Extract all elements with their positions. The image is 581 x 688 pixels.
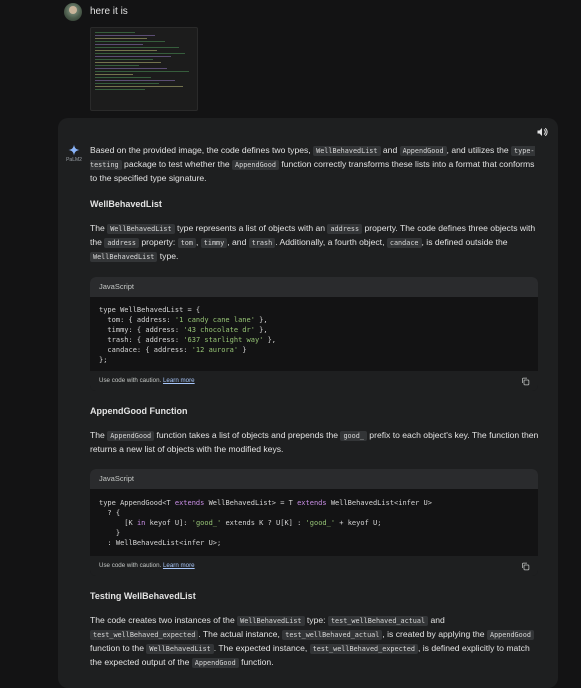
code-language-label: JavaScript	[90, 469, 538, 489]
model-response-card: PaLM2 Based on the provided image, the c…	[58, 118, 558, 688]
copy-icon[interactable]	[521, 377, 530, 386]
model-name: PaLM2	[66, 157, 82, 163]
appendgood-paragraph: The AppendGood function takes a list of …	[90, 430, 539, 454]
section-heading-appendgood: AppendGood Function	[90, 406, 188, 416]
inline-code: WellBehavedList	[237, 616, 305, 626]
section-heading-testing: Testing WellBehavedList	[90, 591, 196, 601]
inline-code: tom	[177, 238, 196, 248]
inline-code: trash	[248, 238, 276, 248]
code-caution-footer: Use code with caution. Learn more	[90, 371, 538, 391]
inline-code: AppendGood	[191, 658, 239, 668]
learn-more-link[interactable]: Learn more	[163, 377, 195, 384]
code-block-wellbehavedlist: JavaScript type WellBehavedList = { tom:…	[90, 277, 538, 391]
inline-code: test_wellBehaved_expected	[309, 644, 418, 654]
inline-code: test_wellBehaved_actual	[327, 616, 429, 626]
inline-code: WellBehavedList	[90, 252, 158, 262]
inline-code: AppendGood	[107, 431, 155, 441]
user-message-text: here it is	[90, 6, 128, 17]
inline-code: test_wellBehaved_expected	[90, 630, 199, 640]
inline-code: timmy	[200, 238, 228, 248]
inline-code: address	[327, 224, 363, 234]
inline-code: WellBehavedList	[107, 224, 175, 234]
code-content: type AppendGood<T extends WellBehavedLis…	[99, 499, 432, 547]
inline-code: AppendGood	[399, 146, 447, 156]
code-language-label: JavaScript	[90, 277, 538, 297]
code-block-appendgood: JavaScript type AppendGood<T extends Wel…	[90, 469, 538, 576]
code-caution-footer: Use code with caution. Learn more	[90, 556, 538, 576]
intro-paragraph: Based on the provided image, the code de…	[90, 145, 535, 183]
sparkle-icon	[68, 144, 80, 156]
section-heading-wellbehavedlist: WellBehavedList	[90, 199, 162, 209]
inline-code: test_wellBehaved_actual	[282, 630, 383, 640]
copy-icon[interactable]	[521, 562, 530, 571]
inline-code: WellBehavedList	[146, 644, 214, 654]
response-content: Based on the provided image, the code de…	[90, 144, 540, 670]
model-badge: PaLM2	[63, 144, 85, 163]
user-avatar	[64, 3, 82, 21]
inline-code: AppendGood	[486, 630, 534, 640]
testing-paragraph: The code creates two instances of the We…	[90, 614, 540, 670]
inline-code: address	[104, 238, 139, 248]
inline-code: AppendGood	[232, 160, 279, 170]
attached-code-screenshot[interactable]	[90, 27, 198, 111]
inline-code: good_	[340, 431, 367, 441]
inline-code: candace	[386, 238, 422, 248]
learn-more-link[interactable]: Learn more	[163, 562, 195, 569]
inline-code: WellBehavedList	[313, 146, 381, 156]
wellbehavedlist-paragraph: The WellBehavedList type represents a li…	[90, 223, 536, 262]
speaker-icon[interactable]	[536, 126, 548, 138]
code-content: type WellBehavedList = { tom: { address:…	[99, 306, 277, 364]
